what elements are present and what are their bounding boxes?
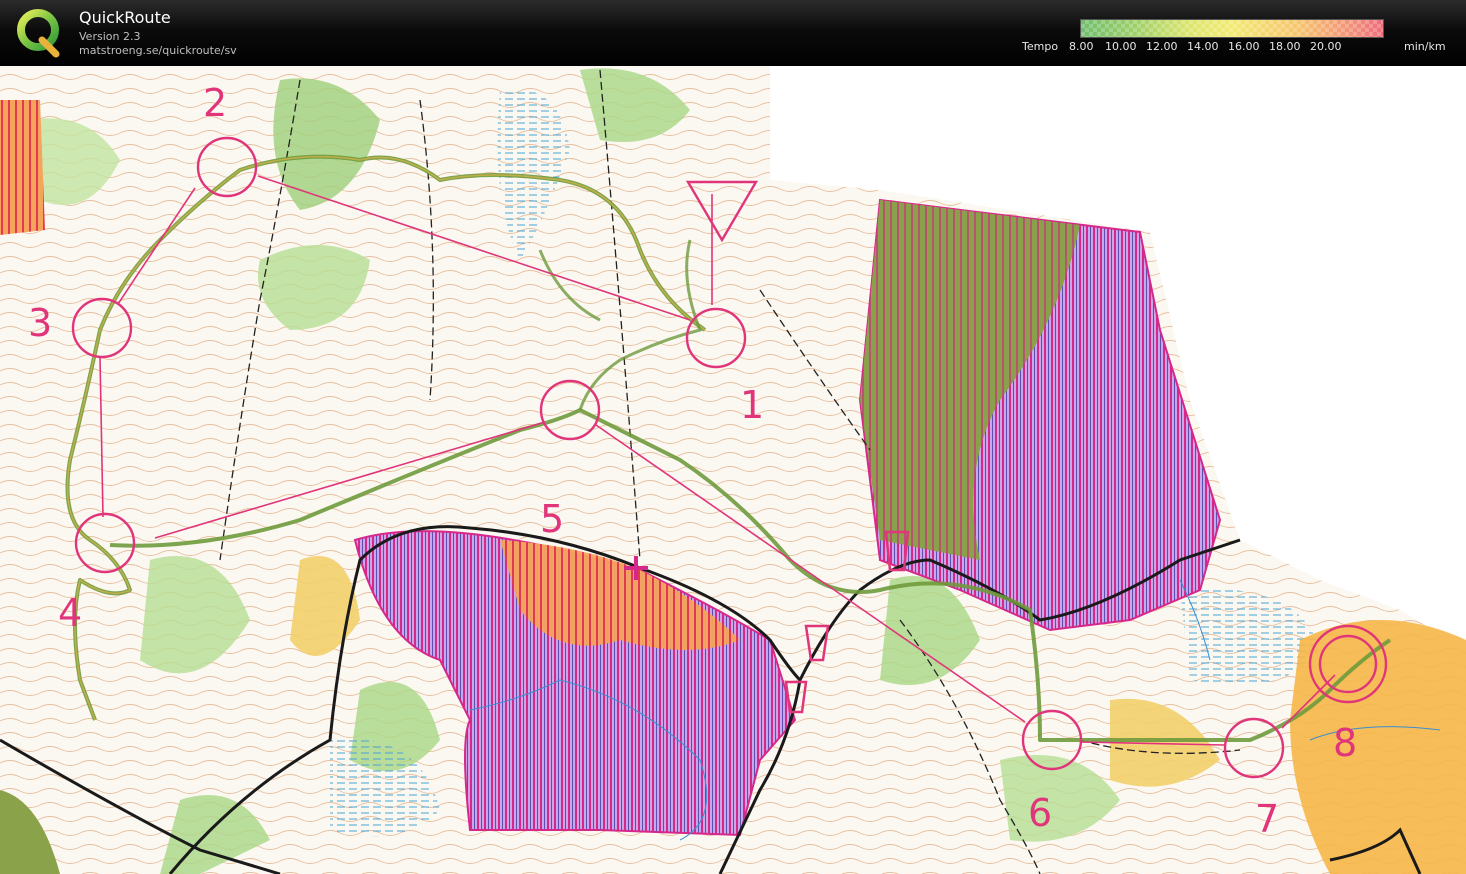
tempo-color-scale — [1080, 19, 1384, 38]
control-number-6: 6 — [1028, 791, 1052, 835]
header-bar: QuickRoute Version 2.3 matstroeng.se/qui… — [0, 0, 1466, 66]
orienteering-map[interactable]: 1 2 3 4 5 6 7 8 — [0, 66, 1466, 874]
control-number-4: 4 — [58, 591, 82, 635]
tempo-tick: 16.00 — [1228, 40, 1260, 53]
quickroute-logo-icon — [17, 9, 60, 58]
tempo-tick: 8.00 — [1069, 40, 1094, 53]
app-title: QuickRoute — [79, 8, 171, 27]
control-number-8: 8 — [1333, 721, 1357, 765]
tempo-tick: 10.00 — [1105, 40, 1137, 53]
tempo-tick: 20.00 — [1310, 40, 1342, 53]
control-number-7: 7 — [1255, 797, 1279, 841]
tempo-unit: min/km — [1404, 40, 1446, 53]
control-number-1: 1 — [740, 383, 764, 427]
tempo-label: Tempo — [1022, 40, 1059, 53]
open-land — [1290, 620, 1466, 874]
control-number-2: 2 — [203, 81, 227, 125]
tempo-tick: 12.00 — [1146, 40, 1178, 53]
tempo-tick: 14.00 — [1187, 40, 1219, 53]
app-url[interactable]: matstroeng.se/quickroute/sv — [79, 44, 237, 57]
control-number-3: 3 — [28, 301, 52, 345]
control-number-5: 5 — [540, 497, 564, 541]
app-version: Version 2.3 — [79, 30, 141, 43]
tempo-tick: 18.00 — [1269, 40, 1301, 53]
